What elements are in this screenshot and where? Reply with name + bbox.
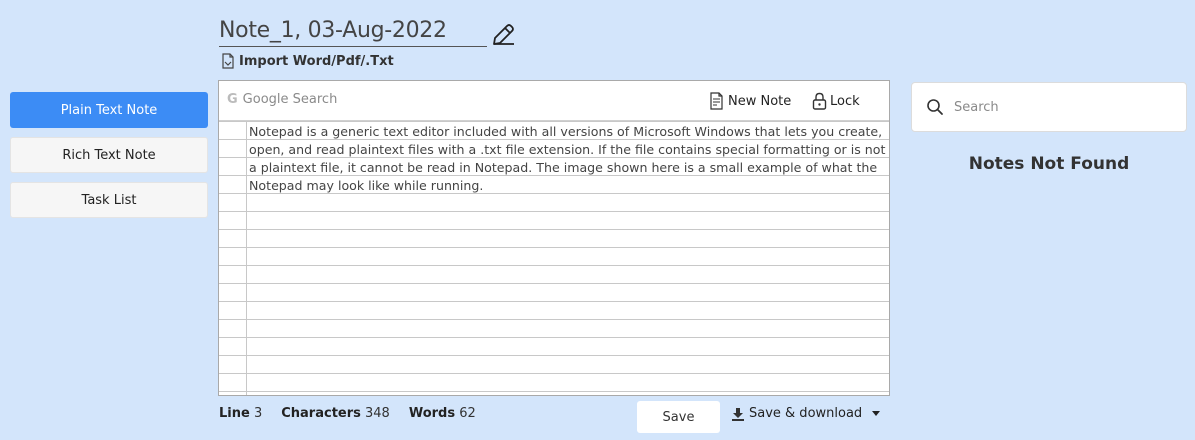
google-icon: G [227,92,238,107]
notes-search-input[interactable] [954,99,1164,115]
lock-icon [812,92,827,110]
sidebar-item-task-list[interactable]: Task List [10,182,208,218]
note-text-area[interactable]: Notepad is a generic text editor include… [219,121,889,395]
save-button[interactable]: Save [637,401,720,433]
new-note-label: New Note [728,93,792,109]
line-gutter [246,121,247,395]
save-download-dropdown[interactable]: Save & download [731,406,881,421]
import-label: Import Word/Pdf/.Txt [239,53,394,69]
word-count: Words 62 [408,406,476,421]
notes-search-box[interactable] [911,82,1187,132]
lock-button[interactable]: Lock [812,92,860,110]
note-title[interactable]: Note_1, 03-Aug-2022 [219,16,487,46]
document-icon [222,53,234,69]
new-note-icon [710,92,723,110]
sidebar-item-rich-text-note[interactable]: Rich Text Note [10,137,208,173]
character-count: Characters 348 [281,406,390,421]
pencil-edit-icon[interactable] [490,22,516,48]
note-editor: G Google Search New Note Lock Notepad is… [218,80,890,396]
status-bar: Line 3 Characters 348 Words 62 [219,406,476,421]
note-body[interactable]: Notepad is a generic text editor include… [249,123,889,195]
line-count: Line 3 [219,406,263,421]
note-line: Notepad may look like while running. [249,178,484,193]
download-icon [732,407,744,421]
lock-label: Lock [830,93,860,109]
import-file-button[interactable]: Import Word/Pdf/.Txt [221,53,394,69]
search-icon [927,99,943,115]
new-note-button[interactable]: New Note [709,92,791,110]
note-line: Notepad is a generic text editor include… [249,124,883,139]
save-download-label: Save & download [749,406,863,421]
note-title-field[interactable]: Note_1, 03-Aug-2022 [219,16,487,47]
note-line: open, and read plaintext files with a .t… [249,142,886,157]
google-search-placeholder: Google Search [242,92,338,107]
notes-empty-message: Notes Not Found [968,154,1130,174]
chevron-down-icon [872,411,881,416]
editor-toolbar: G Google Search New Note Lock [219,81,889,121]
google-search-field[interactable]: G Google Search [227,92,337,107]
note-line: a plaintext file, it cannot be read in N… [249,160,878,175]
sidebar-item-plain-text-note[interactable]: Plain Text Note [10,92,208,128]
